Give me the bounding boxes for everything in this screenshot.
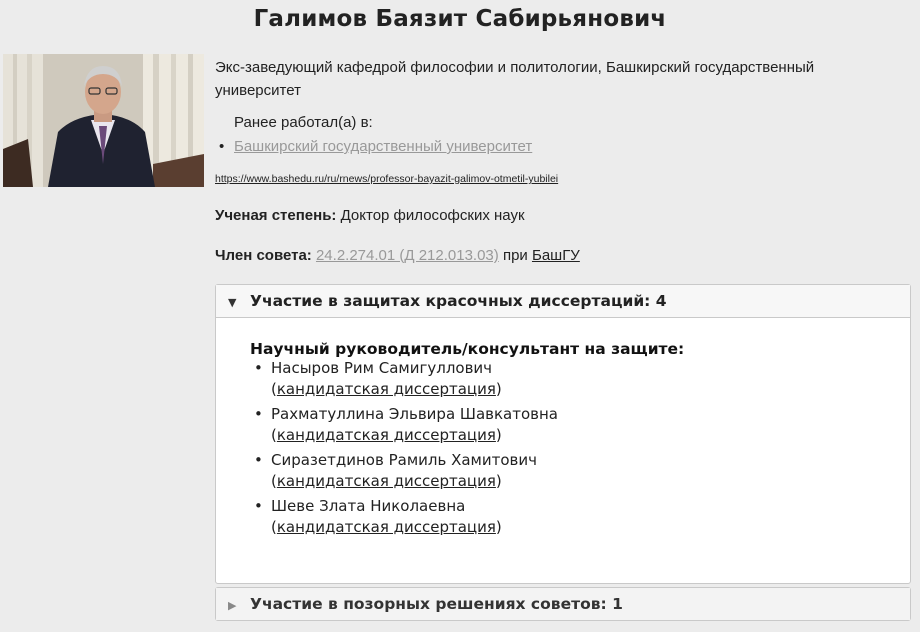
student-name: Рахматуллина Эльвира Шавкатовна: [271, 405, 558, 423]
previous-work-list: • Башкирский государственный университет: [215, 138, 532, 155]
previous-workplace-link[interactable]: Башкирский государственный университет: [234, 138, 532, 155]
dissertation-link[interactable]: кандидатская диссертация: [277, 426, 496, 444]
student-name: Шеве Злата Николаевна: [271, 497, 466, 515]
list-item: • Рахматуллина Эльвира Шавкатовна (канди…: [250, 404, 910, 446]
defenses-panel-title: Участие в защитах красочных диссертаций:…: [250, 292, 667, 310]
council-row: Член совета: 24.2.274.01 (Д 212.013.03) …: [215, 247, 580, 264]
paren-close: ): [495, 426, 502, 444]
council-at-text: при: [502, 247, 528, 264]
defenses-panel-header[interactable]: ▼ Участие в защитах красочных диссертаций…: [216, 285, 910, 318]
degree-value: Доктор философских наук: [340, 207, 525, 224]
students-list: • Насыров Рим Самигуллович (кандидатская…: [250, 358, 910, 538]
source-link[interactable]: https://www.bashedu.ru/ru/rnews/professo…: [215, 173, 558, 185]
page-title: Галимов Баязит Сабирьянович: [253, 6, 667, 32]
list-item: • Башкирский государственный университет: [215, 138, 532, 155]
council-code-link[interactable]: 24.2.274.01 (Д 212.013.03): [316, 247, 499, 264]
degree-label: Ученая степень:: [215, 207, 337, 224]
decisions-panel: ▶ Участие в позорных решениях советов: 1: [215, 587, 911, 621]
bullet-icon: •: [254, 451, 263, 469]
person-photo: [3, 54, 204, 187]
decisions-panel-title: Участие в позорных решениях советов: 1: [250, 595, 623, 613]
list-item: • Насыров Рим Самигуллович (кандидатская…: [250, 358, 910, 400]
dissertation-link[interactable]: кандидатская диссертация: [277, 518, 496, 536]
dissertation-link[interactable]: кандидатская диссертация: [277, 472, 496, 490]
paren-close: ): [495, 380, 502, 398]
council-org-link[interactable]: БашГУ: [532, 247, 580, 264]
previous-work-label: Ранее работал(а) в:: [234, 114, 373, 131]
dissertation-link[interactable]: кандидатская диссертация: [277, 380, 496, 398]
triangle-down-icon: ▼: [228, 296, 237, 309]
council-label: Член совета:: [215, 247, 312, 264]
supervisor-heading: Научный руководитель/консультант на защи…: [250, 340, 685, 358]
paren-close: ): [495, 472, 502, 490]
bullet-icon: •: [254, 359, 263, 377]
bullet-icon: •: [254, 405, 263, 423]
bullet-icon: •: [254, 497, 263, 515]
list-item: • Сиразетдинов Рамиль Хамитович (кандида…: [250, 450, 910, 492]
student-name: Насыров Рим Самигуллович: [271, 359, 493, 377]
list-item: • Шеве Злата Николаевна (кандидатская ди…: [250, 496, 910, 538]
decisions-panel-header[interactable]: ▶ Участие в позорных решениях советов: 1: [216, 588, 910, 620]
degree-row: Ученая степень: Доктор философских наук: [215, 207, 525, 224]
student-name: Сиразетдинов Рамиль Хамитович: [271, 451, 537, 469]
defenses-panel: ▼ Участие в защитах красочных диссертаций…: [215, 284, 911, 584]
triangle-right-icon: ▶: [228, 599, 237, 612]
bullet-icon: •: [219, 138, 225, 155]
paren-close: ): [495, 518, 502, 536]
position-description: Экс-заведующий кафедрой философии и поли…: [215, 59, 815, 99]
defenses-panel-body: Научный руководитель/консультант на защи…: [216, 318, 910, 538]
